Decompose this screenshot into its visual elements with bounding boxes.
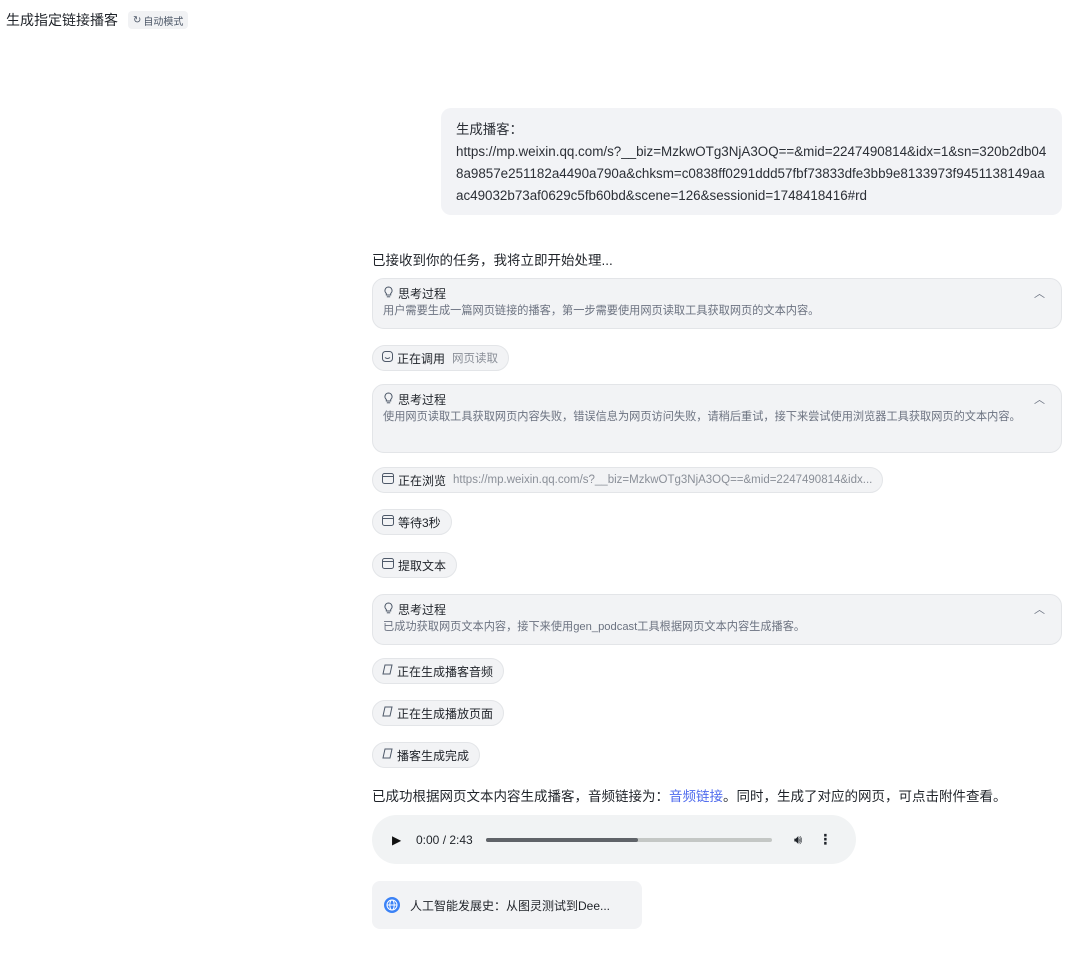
step-label: 正在生成播客音频: [397, 664, 494, 679]
step-label: 正在调用: [397, 351, 446, 366]
play-icon[interactable]: ▶: [392, 833, 408, 847]
step-pill[interactable]: 正在生成播客音频: [372, 658, 505, 684]
thinking-title: 思考过程: [398, 392, 447, 407]
attachment-card[interactable]: 人工智能发展史：从图灵测试到Dee...: [372, 881, 642, 929]
bulb-icon: [383, 391, 394, 407]
page-title: 生成指定链接播客: [6, 12, 118, 28]
volume-icon[interactable]: 🔊︎: [794, 832, 802, 848]
step-pill[interactable]: 等待3秒: [372, 509, 452, 535]
mode-badge[interactable]: ↻ 自动模式: [128, 11, 189, 29]
step-label: 等待3秒: [398, 515, 441, 530]
mode-badge-label: 自动模式: [143, 16, 184, 28]
podcast-icon: [382, 748, 393, 762]
thinking-panel[interactable]: 思考过程 ︿ 使用网页读取工具获取网页内容失败，错误信息为网页访问失败，请稍后重…: [372, 384, 1062, 453]
thinking-body: 使用网页读取工具获取网页内容失败，错误信息为网页访问失败，请稍后重试，接下来尝试…: [383, 411, 1021, 423]
user-message-bubble: 生成播客： https://mp.weixin.qq.com/s?__biz=M…: [441, 108, 1062, 215]
result-text: 已成功根据网页文本内容生成播客，音频链接为：音频链接。同时，生成了对应的网页，可…: [372, 785, 1007, 805]
browser-icon: [382, 558, 394, 572]
chevron-up-icon[interactable]: ︿: [1034, 285, 1045, 301]
chevron-up-icon[interactable]: ︿: [1034, 391, 1045, 407]
step-pill[interactable]: 播客生成完成: [372, 742, 481, 768]
step-label: 正在生成播放页面: [397, 706, 494, 721]
tool-icon: [382, 351, 393, 365]
thinking-body: 用户需要生成一篇网页链接的播客，第一步需要使用网页读取工具获取网页的文本内容。: [383, 305, 820, 317]
thinking-panel[interactable]: 思考过程 ︿ 已成功获取网页文本内容，接下来使用gen_podcast工具根据网…: [372, 594, 1062, 645]
thinking-title: 思考过程: [398, 602, 447, 617]
more-options-icon[interactable]: ⋮: [818, 831, 832, 848]
step-pill[interactable]: 正在调用 网页读取: [372, 345, 510, 371]
thinking-body: 已成功获取网页文本内容，接下来使用gen_podcast工具根据网页文本内容生成…: [383, 621, 806, 633]
audio-time: 0:00 / 2:43: [416, 832, 473, 847]
assistant-intro-text: 已接收到你的任务，我将立即开始处理...: [372, 253, 613, 268]
audio-progress-bar[interactable]: [486, 837, 772, 842]
bulb-icon: [383, 285, 394, 301]
thinking-title: 思考过程: [398, 286, 447, 301]
step-label: 提取文本: [398, 558, 447, 573]
bulb-icon: [383, 601, 394, 617]
sync-icon: ↻: [133, 14, 142, 26]
browser-icon: [382, 515, 394, 529]
browser-icon: [382, 473, 394, 487]
chevron-up-icon[interactable]: ︿: [1034, 601, 1045, 617]
audio-progress-fill: [486, 837, 638, 842]
attachment-name: 人工智能发展史：从图灵测试到Dee...: [410, 898, 611, 913]
step-pill[interactable]: 正在生成播放页面: [372, 700, 505, 726]
user-message-label: 生成播客：: [456, 122, 523, 137]
header: 生成指定链接播客 ↻ 自动模式: [6, 10, 189, 30]
step-label: 正在浏览: [398, 473, 447, 488]
step-label: 播客生成完成: [397, 748, 470, 763]
result-text-after: 。同时，生成了对应的网页，可点击附件查看。: [723, 789, 1007, 804]
user-message-url: https://mp.weixin.qq.com/s?__biz=MzkwOTg…: [456, 144, 1047, 203]
audio-player: ▶ 0:00 / 2:43 🔊︎ ⋮: [372, 815, 856, 864]
podcast-icon: [382, 664, 393, 678]
step-detail: https://mp.weixin.qq.com/s?__biz=MzkwOTg…: [453, 474, 873, 486]
step-detail: 网页读取: [452, 353, 499, 365]
globe-icon: [384, 897, 400, 913]
podcast-icon: [382, 706, 393, 720]
step-pill[interactable]: 提取文本: [372, 552, 458, 578]
step-pill[interactable]: 正在浏览 https://mp.weixin.qq.com/s?__biz=Mz…: [372, 467, 884, 493]
result-text-before: 已成功根据网页文本内容生成播客，音频链接为：: [372, 789, 669, 804]
audio-link[interactable]: 音频链接: [669, 789, 723, 804]
thinking-panel[interactable]: 思考过程 ︿ 用户需要生成一篇网页链接的播客，第一步需要使用网页读取工具获取网页…: [372, 278, 1062, 329]
